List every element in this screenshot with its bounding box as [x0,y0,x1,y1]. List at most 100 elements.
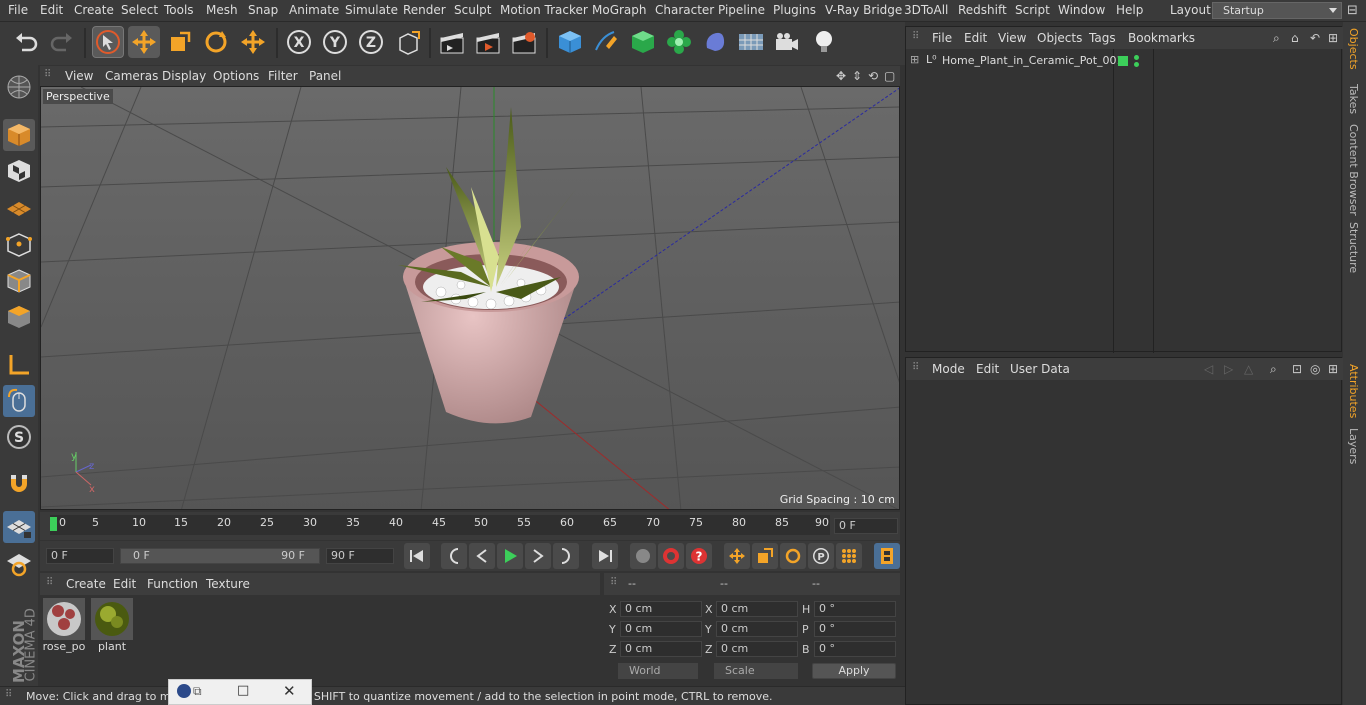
menu-pipeline[interactable]: Pipeline [718,3,765,17]
lock-icon[interactable]: ⊡ [1292,362,1302,376]
menu-character[interactable]: Character [655,3,714,17]
viewport-menu-filter[interactable]: Filter [268,69,298,83]
add-camera-button[interactable] [771,26,803,58]
menu-script[interactable]: Script [1015,3,1050,17]
viewport-maximize-icon[interactable]: ▢ [884,69,895,83]
menu-file[interactable]: File [8,3,28,17]
viewport-menu-view[interactable]: View [65,69,93,83]
add-light-button[interactable] [808,26,840,58]
material-menu-create[interactable]: Create [66,577,106,591]
scale-tool-button[interactable] [164,26,196,58]
timeline-ruler[interactable]: 0 5 10 15 20 25 30 35 40 45 50 55 60 65 … [50,515,830,535]
key-position-button[interactable] [724,543,750,569]
polygon-mode-button[interactable] [3,301,35,333]
redo-button[interactable] [46,26,78,58]
menu-simulate[interactable]: Simulate [345,3,398,17]
material-plant[interactable]: plant [90,598,134,654]
tab-structure[interactable]: Structure [1347,222,1360,273]
size-y-field[interactable]: 0 cm [716,621,798,637]
close-icon[interactable]: ✕ [283,682,296,700]
viewport-zoom-icon[interactable]: ⇕ [852,69,862,83]
render-view-button[interactable] [436,26,468,58]
move-tool-button[interactable] [128,26,160,58]
tab-content-browser[interactable]: Content Browser [1347,124,1360,216]
undo-button[interactable] [10,26,42,58]
viewport-rotate-icon[interactable]: ⟲ [868,69,878,83]
object-row[interactable]: ⊞ L⁰ Home_Plant_in_Ceramic_Pot_001 [906,53,1343,71]
x-axis-lock-button[interactable]: X [283,26,315,58]
start-frame-field[interactable]: 0 F [46,548,114,564]
menu-mesh[interactable]: Mesh [206,3,238,17]
make-editable-button[interactable] [3,71,35,103]
object-grip-icon[interactable]: ⠿ [912,31,919,42]
back-arrow-icon[interactable]: ◁ [1204,362,1213,376]
size-mode-dropdown[interactable]: Scale [714,663,798,679]
menu-plugins[interactable]: Plugins [773,3,816,17]
prev-frame-button[interactable] [469,543,495,569]
search-icon[interactable]: ⌕ [1273,31,1280,46]
home-icon[interactable]: ⌂ [1291,31,1299,45]
edge-mode-button[interactable] [3,265,35,297]
next-frame-button[interactable] [525,543,551,569]
add-floor-button[interactable] [735,26,767,58]
editor-visibility-dot[interactable] [1134,55,1139,60]
attribute-menu-mode[interactable]: Mode [932,362,965,376]
expand-icon[interactable]: ⊞ [910,53,919,66]
workplane-snap-button[interactable] [3,547,35,579]
menu-edit[interactable]: Edit [40,3,63,17]
search-icon[interactable]: ⌕ [1270,362,1277,377]
size-x-field[interactable]: 0 cm [716,601,798,617]
material-grip-icon[interactable]: ⠿ [46,577,53,588]
add-spline-pen-button[interactable] [590,26,622,58]
forward-arrow-icon[interactable]: ▷ [1224,362,1233,376]
viewport-menu-panel[interactable]: Panel [309,69,341,83]
next-key-button[interactable] [553,543,579,569]
pos-z-field[interactable]: 0 cm [620,641,702,657]
menu-window[interactable]: Window [1058,3,1105,17]
layer-color-swatch[interactable] [1118,56,1128,66]
object-menu-view[interactable]: View [998,31,1026,45]
menu-snap[interactable]: Snap [248,3,278,17]
snap-button[interactable] [3,467,35,499]
pos-x-field[interactable]: 0 cm [620,601,702,617]
axis-mode-button[interactable] [3,349,35,381]
lock-icon[interactable]: ⊟ [1347,3,1358,18]
rot-p-field[interactable]: 0 ° [814,621,896,637]
object-menu-tags[interactable]: Tags [1089,31,1116,45]
menu-help[interactable]: Help [1116,3,1143,17]
attribute-menu-edit[interactable]: Edit [976,362,999,376]
add-cloner-button[interactable] [663,26,695,58]
3d-viewport[interactable]: y z x Perspective Grid Spacing : 10 cm [40,86,900,510]
texture-mode-button[interactable] [3,155,35,187]
live-selection-button[interactable] [92,26,124,58]
menu-3dtoall[interactable]: 3DToAll [904,3,948,17]
menu-mograph[interactable]: MoGraph [592,3,647,17]
end-frame-field[interactable]: 90 F [326,548,394,564]
maximize-icon[interactable]: □ [237,683,249,698]
current-frame-field[interactable]: 0 F [834,518,898,534]
object-menu-objects[interactable]: Objects [1037,31,1082,45]
pos-y-field[interactable]: 0 cm [620,621,702,637]
record-keys-button[interactable] [630,543,656,569]
menu-vray-bridge[interactable]: V-Ray Bridge [825,3,902,17]
key-parameter-button[interactable]: P [808,543,834,569]
object-menu-bookmarks[interactable]: Bookmarks [1128,31,1195,45]
key-rotation-button[interactable] [780,543,806,569]
material-menu-function[interactable]: Function [147,577,198,591]
new-panel-icon[interactable]: ⊞ [1328,31,1338,45]
coordinate-system-button[interactable] [393,26,425,58]
z-axis-lock-button[interactable]: Z [355,26,387,58]
key-pla-button[interactable] [836,543,862,569]
model-mode-button[interactable] [3,119,35,151]
coord-grip-icon[interactable]: ⠿ [610,577,617,588]
play-button[interactable] [497,543,523,569]
viewport-move-icon[interactable]: ✥ [836,69,846,83]
render-visibility-dot[interactable] [1134,62,1139,67]
workplane-mode-button[interactable] [3,191,35,223]
material-rose-pot[interactable]: rose_po [42,598,86,654]
menu-create[interactable]: Create [74,3,114,17]
tab-attributes[interactable]: Attributes [1347,364,1360,418]
restore-icon[interactable]: ⧉ [193,684,202,699]
object-menu-file[interactable]: File [932,31,952,45]
object-name[interactable]: Home_Plant_in_Ceramic_Pot_001 [942,54,1124,67]
